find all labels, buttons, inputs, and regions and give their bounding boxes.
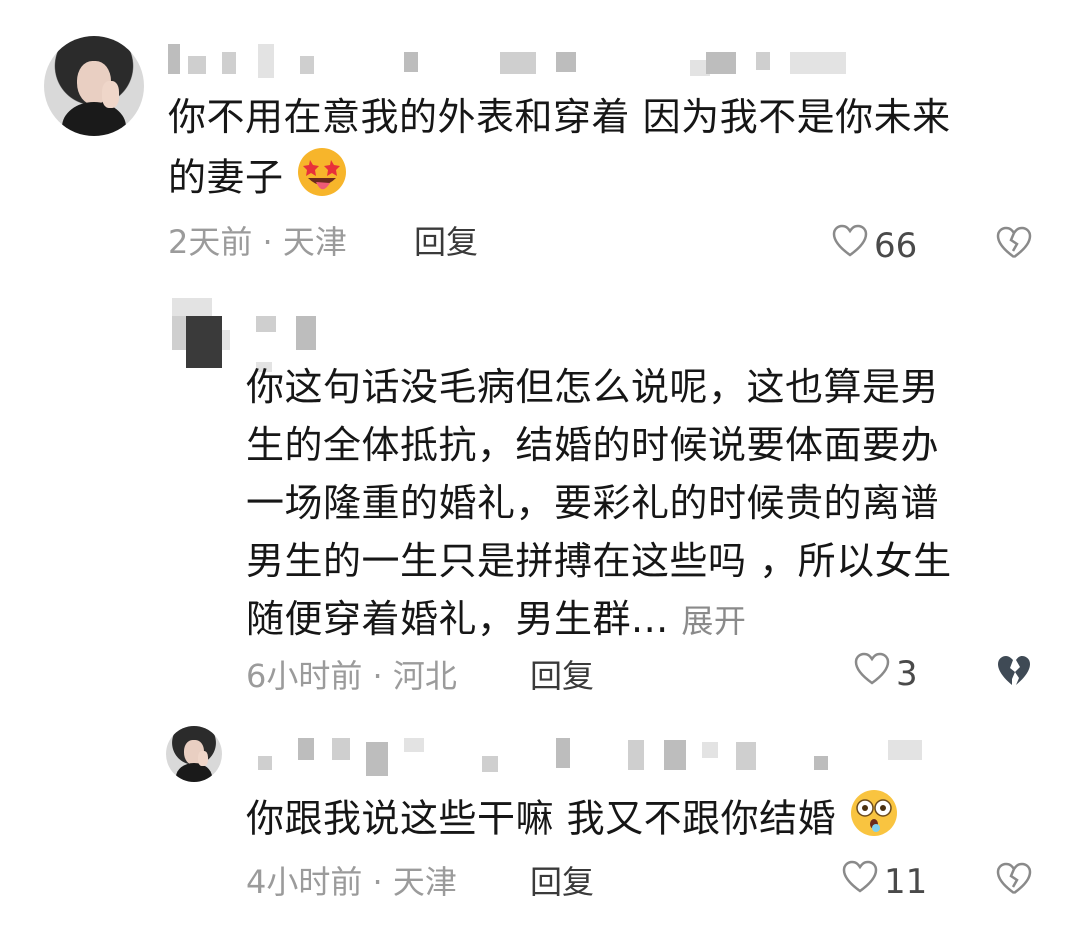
- star-struck-tongue-emoji: [296, 146, 348, 214]
- reply-button[interactable]: 回复: [414, 222, 478, 262]
- avatar[interactable]: [44, 36, 144, 136]
- dislike-button[interactable]: [996, 862, 1032, 900]
- comment-meta: 6小时前 · 河北: [246, 657, 457, 695]
- comment-text: 你这句话没毛病但怎么说呢，这也算是男 生的全体抵抗，结婚的时候说要体面要办 一场…: [246, 365, 952, 641]
- like-count: 3: [896, 653, 918, 694]
- reply-button[interactable]: 回复: [530, 862, 594, 902]
- comment-meta: 2天前 · 天津: [168, 223, 347, 261]
- comment-meta: 4小时前 · 天津: [246, 863, 457, 901]
- heart-icon: [832, 224, 868, 267]
- avatar[interactable]: [166, 726, 222, 782]
- flushed-face-emoji: [849, 788, 899, 854]
- like-count: 66: [874, 225, 918, 266]
- like-count: 11: [884, 861, 928, 902]
- dislike-button[interactable]: [996, 226, 1032, 264]
- heart-icon: [842, 860, 878, 903]
- expand-button[interactable]: 展开: [681, 602, 746, 640]
- broken-heart-icon: [996, 226, 1032, 264]
- comment-text: 你不用在意我的外表和穿着 因为我不是你未来 的妻子: [168, 88, 951, 214]
- broken-heart-filled-icon: [996, 656, 1032, 692]
- heart-icon: [854, 652, 890, 695]
- like-button[interactable]: 66: [832, 224, 917, 267]
- like-button[interactable]: 3: [854, 652, 918, 695]
- reply-button[interactable]: 回复: [530, 656, 594, 696]
- dislike-button-active[interactable]: [996, 654, 1032, 692]
- like-button[interactable]: 11: [842, 860, 927, 903]
- comment-text: 你跟我说这些干嘛 我又不跟你结婚: [246, 788, 899, 854]
- broken-heart-icon: [996, 862, 1032, 900]
